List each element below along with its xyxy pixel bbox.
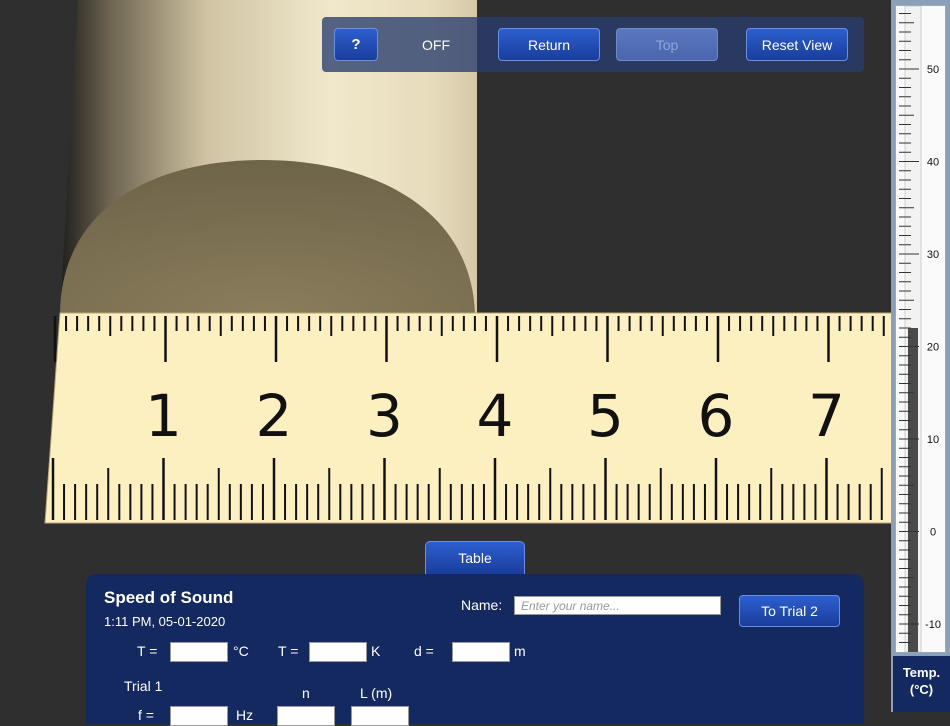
ruler-number: 5 bbox=[587, 382, 624, 450]
temperature-label-title: Temp. bbox=[902, 665, 941, 680]
temperature-c-field[interactable] bbox=[170, 642, 228, 662]
frequency-unit: Hz bbox=[236, 707, 254, 723]
ruler-number: 2 bbox=[256, 382, 293, 450]
temperature-k-field[interactable] bbox=[309, 642, 367, 662]
thermometer-label: 30 bbox=[927, 249, 939, 261]
reset-view-button[interactable]: Reset View bbox=[746, 28, 848, 61]
temperature-label-unit: (°C) bbox=[909, 682, 934, 697]
ruler-number: 7 bbox=[808, 382, 845, 450]
panel-datetime: 1:11 PM, 05-01-2020 bbox=[104, 614, 226, 629]
meter-ruler[interactable]: 1 2 3 4 5 6 7 bbox=[44, 312, 893, 524]
temperature-k-label: T = bbox=[278, 643, 299, 659]
ruler-number: 1 bbox=[145, 382, 182, 450]
thermometer: 50 40 30 20 10 0 -10 bbox=[895, 5, 946, 653]
temperature-c-label: T = bbox=[137, 643, 158, 659]
thermometer-label: 10 bbox=[927, 434, 939, 446]
view-toolbar: ? OFF Return Top Reset View bbox=[322, 17, 864, 72]
trial-label: Trial 1 bbox=[124, 678, 163, 694]
thermometer-scale: 50 40 30 20 10 0 -10 bbox=[899, 5, 941, 653]
thermometer-label: 0 bbox=[930, 527, 936, 539]
column-header-length: L (m) bbox=[360, 685, 393, 701]
diameter-label: d = bbox=[414, 643, 434, 659]
column-header-n: n bbox=[302, 685, 310, 701]
sound-toggle[interactable]: OFF bbox=[422, 28, 452, 61]
name-input[interactable] bbox=[514, 596, 721, 615]
to-trial-2-button[interactable]: To Trial 2 bbox=[739, 595, 840, 627]
diameter-unit: m bbox=[514, 643, 526, 659]
n-field[interactable] bbox=[277, 706, 335, 726]
length-field[interactable] bbox=[351, 706, 409, 726]
thermometer-label: -10 bbox=[925, 619, 941, 631]
ruler-number: 6 bbox=[698, 382, 735, 450]
temperature-c-unit: °C bbox=[233, 643, 249, 659]
diameter-field[interactable] bbox=[452, 642, 510, 662]
thermometer-liquid bbox=[908, 328, 918, 652]
ruler-number: 4 bbox=[477, 382, 514, 450]
return-button[interactable]: Return bbox=[498, 28, 600, 61]
thermometer-label: 50 bbox=[927, 64, 939, 76]
frequency-field[interactable] bbox=[170, 706, 228, 726]
help-button[interactable]: ? bbox=[334, 28, 378, 61]
temperature-label: Temp. (°C) bbox=[893, 656, 950, 712]
thermometer-label: 40 bbox=[927, 157, 939, 169]
data-table-panel: Speed of Sound 1:11 PM, 05-01-2020 Name:… bbox=[86, 574, 864, 726]
table-tab[interactable]: Table bbox=[425, 541, 525, 574]
name-label: Name: bbox=[461, 597, 503, 613]
ruler-number: 3 bbox=[366, 382, 403, 450]
panel-title: Speed of Sound bbox=[104, 588, 234, 607]
frequency-label: f = bbox=[138, 707, 154, 723]
top-view-button: Top bbox=[616, 28, 718, 61]
thermometer-label: 20 bbox=[927, 342, 939, 354]
temperature-k-unit: K bbox=[371, 643, 381, 659]
